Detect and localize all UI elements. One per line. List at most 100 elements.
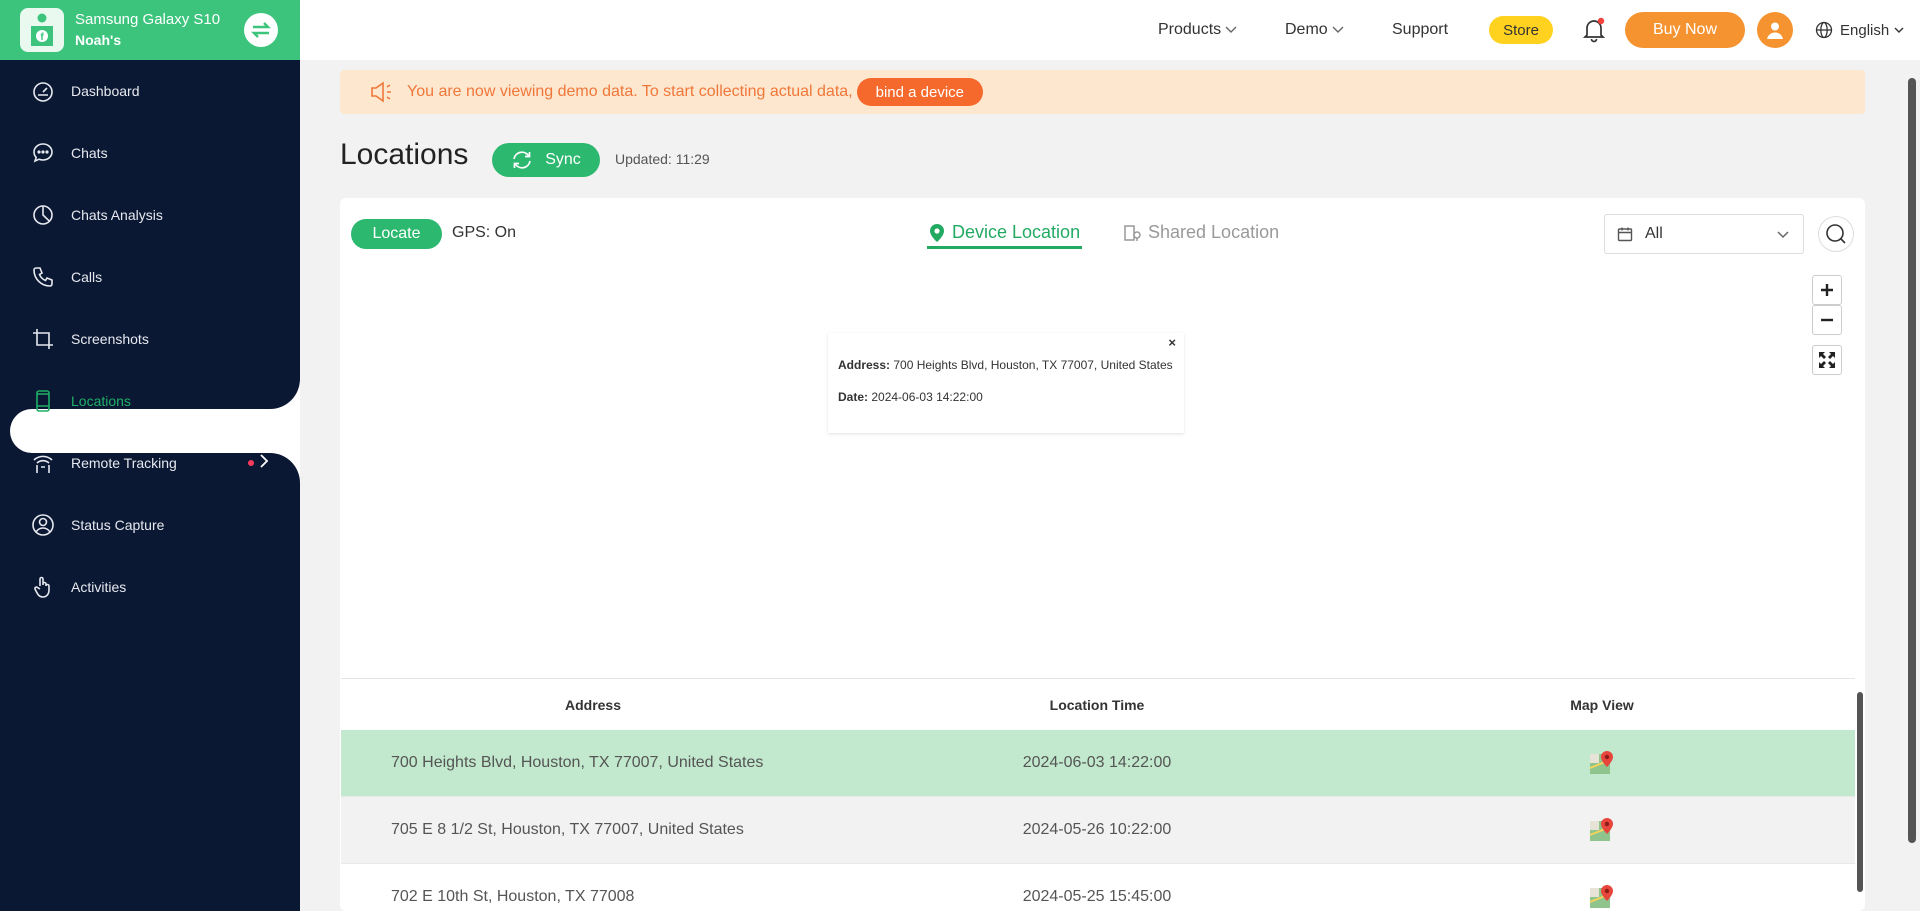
nav-support[interactable]: Support — [1392, 0, 1448, 60]
sidebar-item-chats-analysis[interactable]: Chats Analysis — [0, 184, 300, 246]
popup-date: Date: 2024-06-03 14:22:00 — [838, 390, 983, 404]
sidebar-item-label: Calls — [71, 269, 103, 285]
row-time: 2024-05-25 15:45:00 — [1022, 888, 1172, 905]
tab-device-location[interactable]: Device Location — [928, 222, 1080, 243]
map-view-icon[interactable] — [1589, 884, 1615, 910]
share-location-icon — [1124, 224, 1141, 241]
nav-products[interactable]: Products — [1158, 0, 1238, 60]
search-icon — [1826, 224, 1846, 244]
row-address: 705 E 8 1/2 St, Houston, TX 77007, Unite… — [391, 821, 744, 838]
map-view[interactable] — [341, 270, 1863, 610]
sidebar-item-label: Screenshots — [71, 331, 149, 347]
gps-status: GPS: On — [452, 224, 517, 241]
header-address: Address — [564, 696, 622, 713]
sidebar-item-label: Locations — [71, 393, 131, 409]
sidebar-item-label: Activities — [71, 579, 127, 595]
language-selector[interactable]: English — [1815, 0, 1905, 60]
map-info-popup: × Address: 700 Heights Blvd, Houston, TX… — [828, 333, 1184, 433]
sidebar-item-label: Chats Analysis — [71, 207, 163, 223]
sidebar-item-calls[interactable]: Calls — [0, 246, 300, 308]
banner-text: You are now viewing demo data. To start … — [407, 83, 853, 100]
chevron-down-icon — [1894, 27, 1904, 33]
bind-device-button[interactable]: bind a device — [856, 78, 984, 106]
device-header: f Samsung Galaxy S10 Noah's — [0, 0, 300, 60]
map-view-icon[interactable] — [1589, 750, 1615, 776]
map-view-icon[interactable] — [1589, 817, 1615, 843]
nav-demo[interactable]: Demo — [1285, 0, 1345, 60]
active-tab-indicator — [927, 246, 1082, 249]
zoom-out-button[interactable] — [1812, 305, 1842, 335]
zoom-in-button[interactable] — [1812, 275, 1842, 305]
search-button[interactable] — [1818, 216, 1854, 252]
hand-pointer-icon — [30, 574, 56, 600]
chevron-down-icon — [1332, 26, 1344, 33]
dashboard-icon — [30, 78, 56, 104]
row-address: 702 E 10th St, Houston, TX 77008 — [391, 888, 635, 905]
row-time: 2024-05-26 10:22:00 — [1022, 821, 1172, 838]
device-avatar: f — [20, 8, 64, 52]
crop-icon — [30, 326, 56, 352]
phone-device-icon — [30, 388, 56, 414]
page-scrollbar[interactable] — [1908, 78, 1916, 843]
notification-bell-icon[interactable] — [1580, 16, 1608, 44]
sidebar-item-label: Remote Tracking — [71, 455, 177, 471]
demo-banner: You are now viewing demo data. To start … — [340, 70, 1865, 114]
sidebar-nav: Dashboard Chats Chats Analysis Calls Scr… — [0, 60, 300, 618]
pie-chart-icon — [30, 202, 56, 228]
sidebar-item-label: Status Capture — [71, 517, 165, 533]
switch-device-button[interactable] — [244, 13, 278, 47]
chat-bubble-icon — [30, 140, 56, 166]
notification-dot — [248, 460, 254, 466]
megaphone-icon — [371, 81, 391, 103]
plus-icon — [1821, 284, 1833, 296]
buy-now-button[interactable]: Buy Now — [1625, 12, 1745, 48]
store-button[interactable]: Store — [1489, 16, 1553, 44]
chevron-right-icon[interactable] — [258, 453, 270, 474]
header-location-time: Location Time — [1049, 696, 1145, 713]
updated-time: Updated: 11:29 — [615, 151, 710, 167]
sidebar-item-label: Chats — [71, 145, 108, 161]
table-row[interactable]: 700 Heights Blvd, Houston, TX 77007, Uni… — [341, 730, 1855, 797]
header-map-view: Map View — [1570, 696, 1634, 713]
map-pin-icon — [930, 223, 944, 242]
calendar-icon — [1617, 227, 1633, 242]
sidebar-item-chats[interactable]: Chats — [0, 122, 300, 184]
sync-button[interactable]: Sync — [492, 143, 600, 177]
chevron-down-icon — [1225, 26, 1237, 33]
sidebar-item-locations[interactable]: Locations — [0, 370, 300, 432]
tab-shared-location[interactable]: Shared Location — [1122, 222, 1279, 243]
sidebar-item-label: Dashboard — [71, 83, 140, 99]
row-time: 2024-06-03 14:22:00 — [1022, 754, 1172, 771]
close-icon[interactable]: × — [1168, 335, 1176, 350]
page-title: Locations — [340, 138, 469, 171]
fullscreen-icon — [1819, 352, 1835, 368]
table-row[interactable]: 702 E 10th St, Houston, TX 77008 2024-05… — [341, 864, 1855, 911]
phone-icon — [30, 264, 56, 290]
globe-icon — [1815, 21, 1833, 39]
sidebar-item-remote-tracking[interactable]: Remote Tracking — [0, 432, 300, 494]
device-user: Noah's — [75, 32, 122, 48]
table-scrollbar[interactable] — [1857, 692, 1863, 892]
locations-table: Address Location Time Map View 700 Heigh… — [341, 678, 1855, 911]
sidebar-item-activities[interactable]: Activities — [0, 556, 300, 618]
table-header: Address Location Time Map View — [341, 678, 1855, 730]
user-avatar[interactable] — [1757, 12, 1793, 48]
minus-icon — [1821, 318, 1833, 322]
row-address: 700 Heights Blvd, Houston, TX 77007, Uni… — [391, 754, 764, 771]
sync-icon — [513, 151, 532, 169]
sidebar-item-dashboard[interactable]: Dashboard — [0, 60, 300, 122]
chevron-down-icon — [1777, 231, 1789, 239]
popup-address: Address: 700 Heights Blvd, Houston, TX 7… — [838, 358, 1173, 372]
fullscreen-button[interactable] — [1812, 345, 1842, 375]
user-circle-icon — [30, 512, 56, 538]
sidebar: Dashboard Chats Chats Analysis Calls Scr… — [0, 0, 300, 911]
table-row[interactable]: 705 E 8 1/2 St, Houston, TX 77007, Unite… — [341, 797, 1855, 864]
device-name: Samsung Galaxy S10 — [75, 11, 221, 28]
locations-card: Locate GPS: On Device Location Shared Lo… — [340, 198, 1865, 911]
top-bar: Products Demo Support Store Buy Now Engl… — [300, 0, 1920, 60]
tracking-icon — [30, 450, 56, 476]
sidebar-item-status-capture[interactable]: Status Capture — [0, 494, 300, 556]
sidebar-item-screenshots[interactable]: Screenshots — [0, 308, 300, 370]
date-filter-select[interactable]: All — [1604, 214, 1804, 254]
locate-button[interactable]: Locate — [351, 219, 442, 249]
